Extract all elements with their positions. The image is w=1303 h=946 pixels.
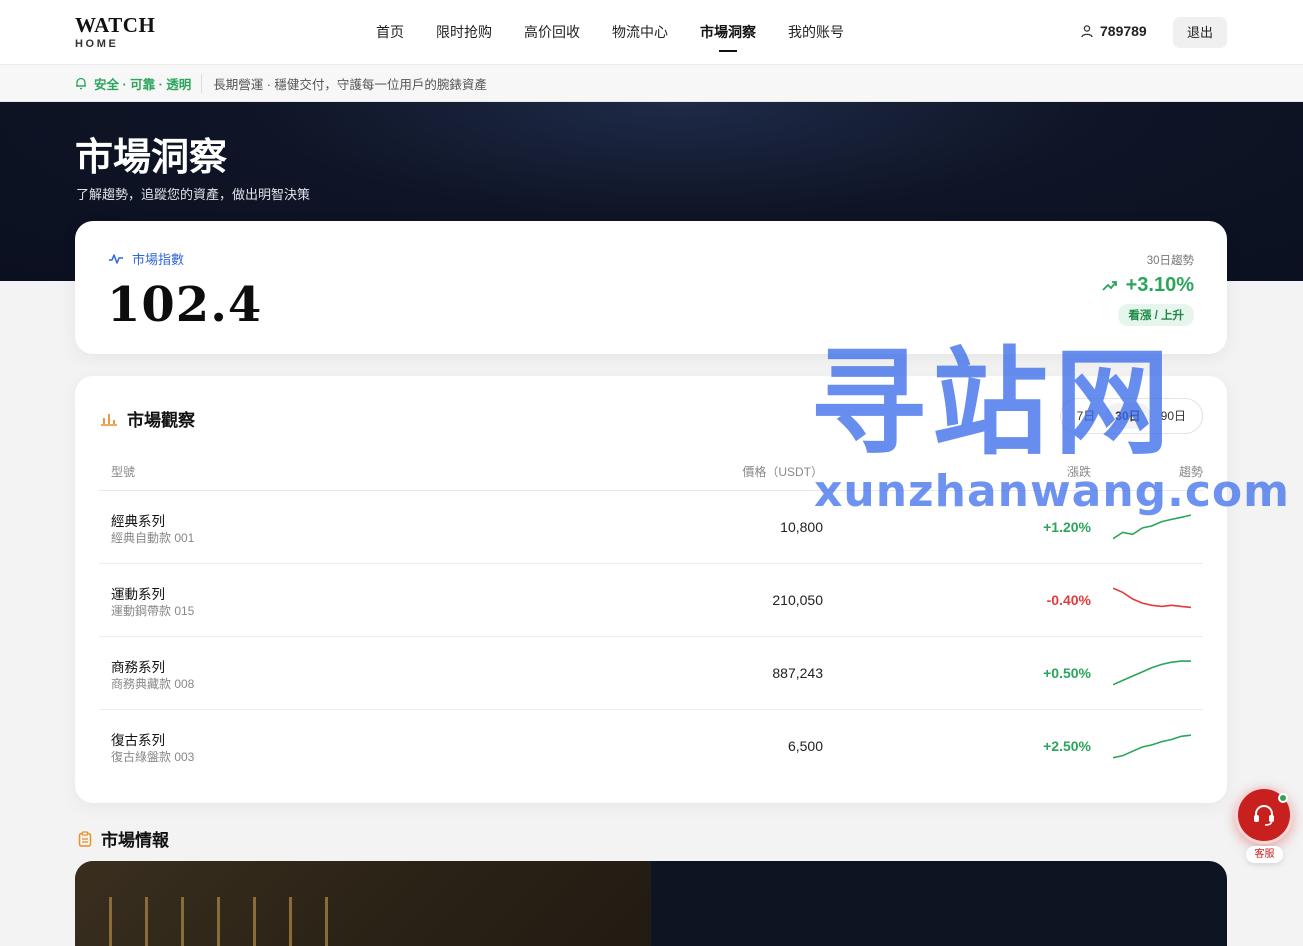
notice-tag-text: 安全 · 可靠 · 透明 <box>94 77 192 92</box>
trend-label: 30日趨勢 <box>1146 255 1194 267</box>
nav-recycle[interactable]: 高价回收 <box>508 0 596 65</box>
model-sub: 復古綠盤款 003 <box>111 750 195 764</box>
model-sub: 經典自動款 001 <box>111 531 195 545</box>
online-status-dot <box>1278 793 1288 803</box>
image-stripe <box>181 897 184 946</box>
index-label: 市場指數 <box>108 249 184 268</box>
nav-logistics[interactable]: 物流中心 <box>596 0 684 65</box>
table-row[interactable]: 運動系列 運動鋼帶款 015 210,050 -0.40% <box>99 564 1203 637</box>
image-stripe <box>325 897 328 946</box>
pulse-icon <box>109 253 123 264</box>
market-news-title-text: 市場情報 <box>101 831 169 850</box>
trend-value-text: +3.10% <box>1125 274 1194 296</box>
table-row[interactable]: 復古系列 復古綠盤款 003 6,500 +2.50% <box>99 710 1203 783</box>
model-price: 887,243 <box>772 665 823 681</box>
column-model: 型號 <box>111 465 136 479</box>
trend-badge: 看漲 / 上升 <box>1118 304 1194 326</box>
bar-chart-icon <box>101 413 117 426</box>
index-label-text: 市場指數 <box>132 252 185 267</box>
notice-text: 長期營運 · 穩健交付，守護每一位用戶的腕錶資產 <box>213 77 487 92</box>
nav-account[interactable]: 我的账号 <box>772 0 860 65</box>
image-stripe <box>109 897 112 946</box>
image-stripe <box>289 897 292 946</box>
model-price: 6,500 <box>787 738 823 754</box>
nav-market-insight[interactable]: 市場洞察 <box>684 0 772 65</box>
logo-sub-text: HOME <box>75 38 119 50</box>
image-stripe <box>145 897 148 946</box>
sparkline <box>1113 734 1191 759</box>
sparkline <box>1113 587 1191 609</box>
bell-icon <box>76 77 86 89</box>
model-change: +1.20% <box>1043 519 1091 535</box>
page-subtitle: 了解趨勢，追蹤您的資產，做出明智決策 <box>76 187 311 202</box>
market-watch-title: 市場觀察 <box>100 406 195 431</box>
page-title: 市場洞察 <box>75 134 228 179</box>
headset-icon <box>1254 805 1274 826</box>
watermark-url: xunzhanwang.com <box>814 466 1291 517</box>
logo-main-text: WATCH <box>75 13 156 37</box>
user-icon <box>1081 25 1093 38</box>
model-name: 運動系列 <box>111 587 165 602</box>
nav-home[interactable]: 首页 <box>360 0 420 65</box>
model-sub: 商務典藏款 008 <box>111 677 195 691</box>
trending-up-icon <box>1101 280 1117 291</box>
news-card[interactable] <box>75 861 1227 946</box>
model-change: +0.50% <box>1043 665 1091 681</box>
logout-button[interactable]: 退出 <box>1173 17 1227 48</box>
model-price: 10,800 <box>780 519 823 535</box>
model-sub: 運動鋼帶款 015 <box>111 604 195 618</box>
model-name: 復古系列 <box>111 733 165 748</box>
model-name: 經典系列 <box>111 514 165 529</box>
watermark-text: 寻站网 <box>810 336 1176 471</box>
model-price: 210,050 <box>772 592 823 608</box>
trend-value: +3.10% <box>1101 274 1194 297</box>
model-name: 商務系列 <box>111 660 165 675</box>
image-stripe <box>217 897 220 946</box>
image-stripe <box>253 897 256 946</box>
model-change: +2.50% <box>1043 738 1091 754</box>
news-image <box>75 861 651 946</box>
user-info[interactable]: 789789 <box>1080 23 1147 39</box>
notice-bar: 安全 · 可靠 · 透明 長期營運 · 穩健交付，守護每一位用戶的腕錶資產 <box>0 65 1303 102</box>
index-value: 102.4 <box>107 277 263 333</box>
sparkline <box>1113 660 1191 686</box>
main-nav: 首页 限时抢购 高价回收 物流中心 市場洞察 我的账号 <box>360 0 860 65</box>
customer-service-button[interactable] <box>1235 786 1293 844</box>
nav-flash-sale[interactable]: 限时抢购 <box>420 0 508 65</box>
username: 789789 <box>1100 23 1147 39</box>
market-news-title: 市場情報 <box>78 826 169 851</box>
top-navbar: WATCH HOME 首页 限时抢购 高价回收 物流中心 市場洞察 我的账号 7… <box>0 0 1303 65</box>
logo[interactable]: WATCH HOME <box>75 14 155 50</box>
customer-service-label[interactable]: 客服 <box>1246 846 1283 863</box>
notice-tag: 安全 · 可靠 · 透明 <box>75 73 203 93</box>
market-watch-title-text: 市場觀察 <box>127 411 195 430</box>
table-row[interactable]: 商務系列 商務典藏款 008 887,243 +0.50% <box>99 637 1203 710</box>
clipboard-icon <box>78 830 92 847</box>
model-change: -0.40% <box>1046 592 1091 608</box>
